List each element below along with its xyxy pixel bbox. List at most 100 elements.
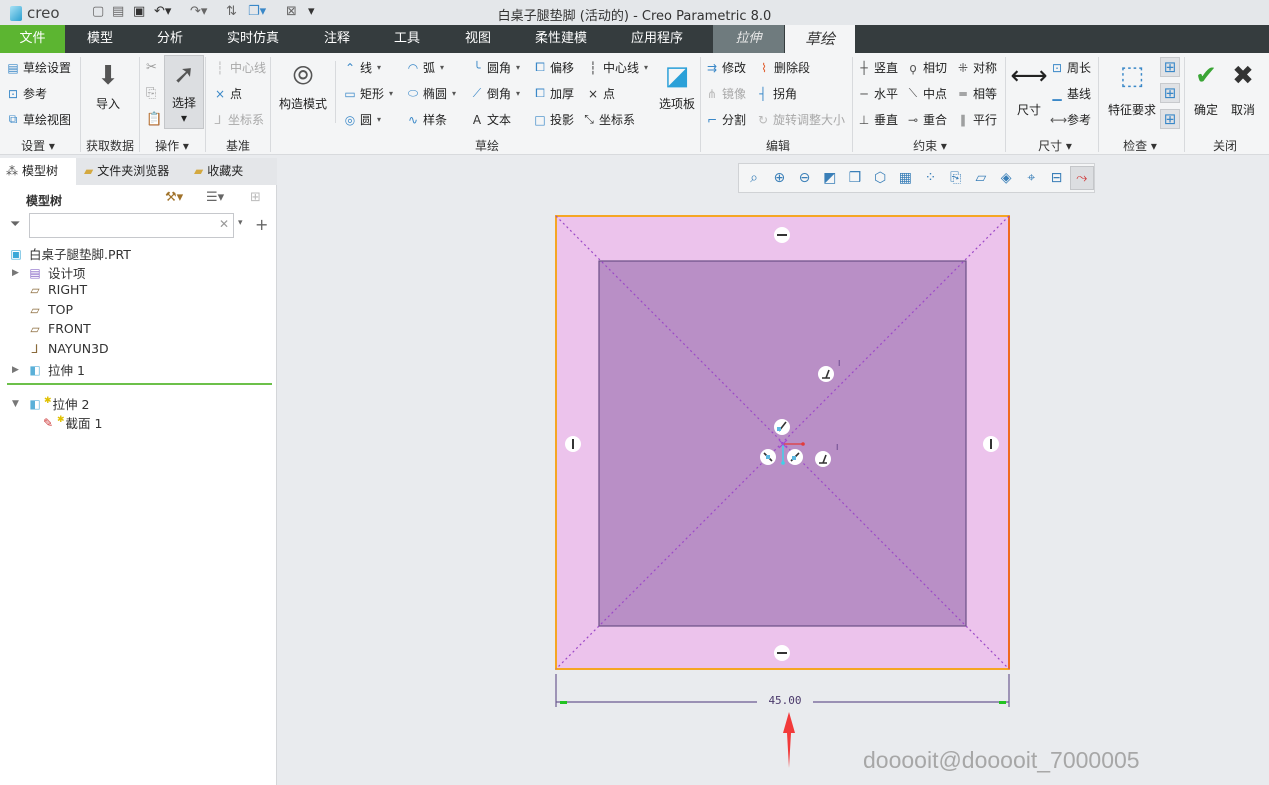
tree-item[interactable]: ▣ 白桌子腿垫脚.PRT bbox=[8, 244, 131, 263]
cut-icon[interactable]: ✂ bbox=[146, 60, 157, 75]
csys-datum-button[interactable]: ⅃ 坐标系 bbox=[211, 111, 264, 128]
show-list-icon[interactable]: ☰▾ bbox=[206, 190, 224, 205]
spin-center-icon[interactable]: ⌖ bbox=[1019, 166, 1043, 190]
dropdown-arrow-icon[interactable]: ▾ bbox=[516, 89, 520, 98]
sketch-view-icon[interactable]: ▱ bbox=[969, 166, 993, 190]
rotate-resize-button[interactable]: ↻ 旋转调整大小 bbox=[756, 111, 845, 128]
delete-segment-button[interactable]: ⌇ 删除段 bbox=[757, 59, 810, 76]
tab-file[interactable]: 文件 bbox=[0, 25, 65, 53]
cancel-button[interactable]: ✖ 取消 bbox=[1226, 57, 1260, 118]
inspect-open-ends-icon[interactable]: ⊞ bbox=[1160, 109, 1180, 129]
search-input[interactable] bbox=[30, 214, 210, 236]
references-button[interactable]: ⊡ 参考 bbox=[6, 85, 47, 102]
display-style-icon[interactable]: ❒ bbox=[843, 166, 867, 190]
perspective-icon[interactable]: ◈ bbox=[994, 166, 1018, 190]
expand-arrow-icon[interactable]: ▶ bbox=[12, 365, 22, 375]
dropdown-arrow-icon[interactable]: ▾ bbox=[516, 63, 520, 72]
sketch-setup-button[interactable]: ▤ 草绘设置 bbox=[6, 59, 71, 76]
tree-item[interactable]: ▱ FRONT bbox=[12, 321, 90, 336]
modify-button[interactable]: ⇉ 修改 bbox=[705, 59, 746, 76]
thicken-button[interactable]: ⧠ 加厚 bbox=[533, 85, 574, 102]
datum-display-icon[interactable]: ⁘ bbox=[918, 166, 942, 190]
offset-button[interactable]: ⧠ 偏移 bbox=[533, 59, 574, 76]
dropdown-arrow-icon[interactable]: ▾ bbox=[644, 63, 648, 72]
dropdown-arrow-icon[interactable]: ▾ bbox=[452, 89, 456, 98]
midpoint-button[interactable]: ⟍ 中点 bbox=[906, 85, 947, 102]
saved-orientations-icon[interactable]: ⬡ bbox=[868, 166, 892, 190]
centerline-datum-button[interactable]: ┆ 中心线 bbox=[213, 59, 266, 76]
coincident-button[interactable]: ⊸ 重合 bbox=[906, 111, 947, 128]
tab-flexible-modeling[interactable]: 柔性建模 bbox=[528, 25, 594, 53]
tab-analysis[interactable]: 分析 bbox=[145, 25, 195, 53]
construction-mode-button[interactable]: ⦾ 构造模式 bbox=[276, 57, 330, 112]
point-datum-button[interactable]: × 点 bbox=[213, 85, 242, 102]
tree-item[interactable]: ▶ ◧ 拉伸 1 bbox=[12, 360, 85, 379]
equal-button[interactable]: ═ 相等 bbox=[956, 85, 997, 102]
tab-simulation[interactable]: 实时仿真 bbox=[220, 25, 286, 53]
copy-icon[interactable]: ⎘ bbox=[146, 86, 156, 101]
divide-button[interactable]: ⌐ 分割 bbox=[705, 111, 746, 128]
group-label[interactable]: 设置 ▾ bbox=[21, 137, 55, 154]
dimension-button[interactable]: ⟷ 尺寸 bbox=[1010, 57, 1048, 118]
dropdown-arrow-icon[interactable]: ▾ bbox=[377, 115, 381, 124]
arc-button[interactable]: ◠ 弧 ▾ bbox=[406, 59, 444, 76]
centerline-button[interactable]: ┆ 中心线 ▾ bbox=[586, 59, 648, 76]
select-button[interactable]: ➚ 选择 ▾ bbox=[164, 55, 204, 129]
text-button[interactable]: A 文本 bbox=[470, 111, 511, 128]
chamfer-button[interactable]: ⟋ 倒角 ▾ bbox=[470, 85, 520, 102]
point-button[interactable]: × 点 bbox=[586, 85, 615, 102]
line-button[interactable]: ⌃ 线 ▾ bbox=[343, 59, 381, 76]
search-field[interactable]: ✕ bbox=[29, 213, 234, 238]
tab-model[interactable]: 模型 bbox=[75, 25, 125, 53]
sketcher-display-icon[interactable]: ⊟ bbox=[1044, 166, 1068, 190]
group-label[interactable]: 尺寸 ▾ bbox=[1038, 137, 1072, 154]
annotation-display-icon[interactable]: ⎘ bbox=[944, 166, 968, 190]
tree-item[interactable]: ✎ ✱ 截面 1 bbox=[40, 413, 103, 432]
corner-button[interactable]: ┤ 拐角 bbox=[756, 85, 797, 102]
dropdown-arrow-icon[interactable]: ▾ bbox=[181, 111, 187, 125]
tree-item[interactable]: ▱ RIGHT bbox=[12, 282, 87, 297]
rectangle-button[interactable]: ▭ 矩形 ▾ bbox=[343, 85, 393, 102]
ok-button[interactable]: ✔ 确定 bbox=[1188, 57, 1224, 118]
perimeter-button[interactable]: ⊡ 周长 bbox=[1050, 59, 1091, 76]
tangent-button[interactable]: ϙ 相切 bbox=[906, 59, 947, 76]
group-label[interactable]: 约束 ▾ bbox=[913, 137, 947, 154]
settings-tools-icon[interactable]: ⚒▾ bbox=[165, 190, 183, 205]
filter-icon[interactable]: ⏷ bbox=[10, 217, 20, 232]
sketch-view-button[interactable]: ⧉ 草绘视图 bbox=[6, 111, 71, 128]
mirror-button[interactable]: ⋔ 镜像 bbox=[705, 85, 746, 102]
tree-item[interactable]: ▼ ◧ ✱ 拉伸 2 bbox=[12, 394, 89, 413]
paste-icon[interactable]: 📋 bbox=[146, 112, 162, 127]
tab-favorites[interactable]: ▰ 收藏夹 bbox=[188, 158, 268, 185]
tab-tools[interactable]: 工具 bbox=[382, 25, 432, 53]
baseline-button[interactable]: ▁ 基线 bbox=[1050, 85, 1091, 102]
group-label[interactable]: 操作 ▾ bbox=[155, 137, 189, 154]
clear-search-icon[interactable]: ✕ bbox=[219, 217, 229, 231]
parallel-button[interactable]: ∥ 平行 bbox=[956, 111, 997, 128]
dropdown-arrow-icon[interactable]: ▾ bbox=[440, 63, 444, 72]
tree-item[interactable]: ▶ ▤ 设计项 bbox=[12, 263, 86, 282]
tab-extrude[interactable]: 拉伸 bbox=[713, 25, 784, 53]
import-button[interactable]: ⬇ 导入 bbox=[86, 57, 130, 112]
palette-button[interactable]: ◪ 选项板 bbox=[654, 57, 700, 112]
inspect-shade-icon[interactable]: ⊞ bbox=[1160, 57, 1180, 77]
group-label[interactable]: 检查 ▾ bbox=[1123, 137, 1157, 154]
fillet-button[interactable]: ╰ 圆角 ▾ bbox=[470, 59, 520, 76]
dropdown-arrow-icon[interactable]: ▾ bbox=[389, 89, 393, 98]
tree-filter-icon[interactable]: ⊞ bbox=[250, 190, 261, 205]
dimension-value[interactable]: 45.00 bbox=[757, 694, 813, 707]
collapse-arrow-icon[interactable]: ▼ bbox=[12, 399, 22, 409]
symmetric-button[interactable]: ⁜ 对称 bbox=[956, 59, 997, 76]
tab-applications[interactable]: 应用程序 bbox=[624, 25, 690, 53]
view-manager-icon[interactable]: ▦ bbox=[893, 166, 917, 190]
zoom-in-icon[interactable]: ⊕ bbox=[767, 166, 791, 190]
dropdown-arrow-icon[interactable]: ▾ bbox=[377, 63, 381, 72]
repaint-icon[interactable]: ◩ bbox=[818, 166, 842, 190]
tab-sketch[interactable]: 草绘 bbox=[785, 25, 855, 53]
project-button[interactable]: □ 投影 bbox=[533, 111, 574, 128]
insert-indicator[interactable] bbox=[7, 383, 272, 385]
zoom-out-icon[interactable]: ⊖ bbox=[792, 166, 816, 190]
expand-arrow-icon[interactable]: ▶ bbox=[12, 268, 22, 278]
tab-folder-browser[interactable]: ▰ 文件夹浏览器 bbox=[78, 158, 186, 185]
inspect-overlap-icon[interactable]: ⊞ bbox=[1160, 83, 1180, 103]
